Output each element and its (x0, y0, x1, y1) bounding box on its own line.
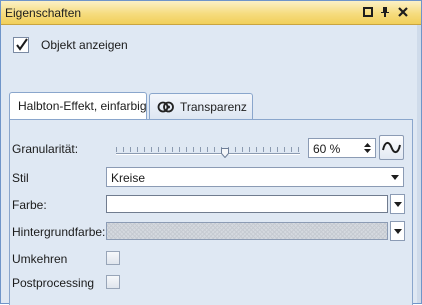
transparency-icon (157, 98, 175, 116)
spin-down-icon (364, 149, 371, 153)
tab-strip: Halbton-Effekt, einfarbig Transparenz (9, 92, 413, 120)
chevron-down-icon (394, 202, 402, 207)
wave-button[interactable] (379, 135, 404, 160)
color-dropdown-button[interactable] (390, 194, 405, 214)
background-color-swatch[interactable] (106, 222, 388, 240)
halftone-panel: Granularität: 60 % Stil Kreise Farbe: Hi… (9, 119, 413, 305)
close-icon[interactable] (396, 5, 410, 19)
color-swatch[interactable] (106, 195, 388, 213)
tab-transparency[interactable]: Transparenz (149, 93, 253, 119)
slider-thumb[interactable] (221, 148, 229, 158)
granularity-value: 60 % (313, 142, 341, 156)
postprocessing-label: Postprocessing (12, 276, 95, 290)
invert-label: Umkehren (12, 252, 68, 266)
show-object-label: Objekt anzeigen (41, 38, 128, 52)
granularity-spinbox[interactable]: 60 % (308, 138, 376, 158)
title-bar: Eigenschaften (1, 1, 421, 25)
tab-halftone-label: Halbton-Effekt, einfarbig (18, 99, 147, 113)
checkmark-icon (16, 38, 28, 51)
slider-track (116, 153, 300, 155)
spin-arrows[interactable] (361, 140, 374, 156)
postprocessing-checkbox[interactable] (106, 275, 120, 289)
tab-transparency-label: Transparenz (180, 100, 247, 114)
invert-checkbox[interactable] (106, 251, 120, 265)
window-title: Eigenschaften (5, 6, 82, 20)
style-dropdown[interactable]: Kreise (106, 167, 404, 187)
pin-icon[interactable] (378, 5, 392, 19)
style-value: Kreise (111, 171, 146, 185)
chevron-down-icon (394, 229, 402, 234)
chevron-down-icon (391, 175, 399, 180)
background-color-dropdown-button[interactable] (390, 221, 405, 241)
spin-up-icon (364, 143, 371, 147)
style-label: Stil (12, 171, 29, 185)
granularity-slider[interactable] (116, 147, 300, 161)
show-object-checkbox[interactable] (13, 37, 29, 53)
color-label: Farbe: (12, 198, 47, 212)
window-position-icon[interactable] (361, 5, 375, 19)
scrollbar-edge[interactable] (417, 25, 421, 303)
granularity-label: Granularität: (12, 142, 79, 156)
background-color-label: Hintergrundfarbe: (12, 225, 106, 239)
wave-icon (382, 141, 401, 154)
properties-window: Eigenschaften Objekt anzeigen Halbton-Ef… (0, 0, 422, 305)
slider-ticks (116, 147, 300, 152)
tab-halftone[interactable]: Halbton-Effekt, einfarbig (9, 92, 147, 120)
